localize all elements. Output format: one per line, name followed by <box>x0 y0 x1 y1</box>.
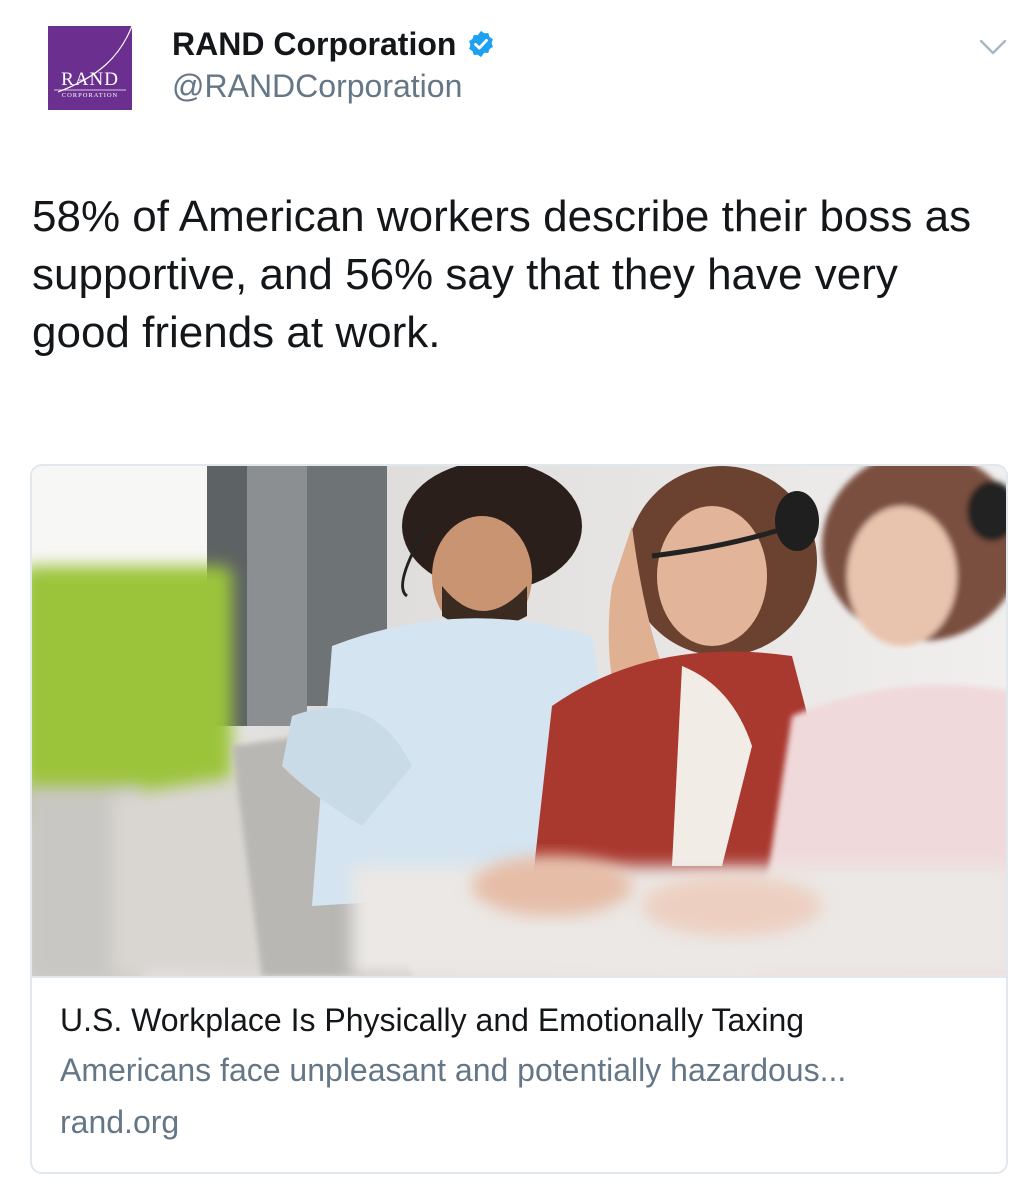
link-card[interactable]: U.S. Workplace Is Physically and Emotion… <box>30 464 1008 1174</box>
office-workers-photo-icon <box>32 466 1006 976</box>
verified-badge-icon <box>466 29 496 59</box>
user-handle[interactable]: @RANDCorporation <box>172 66 462 106</box>
avatar-logo-text: RAND <box>61 69 119 90</box>
card-image[interactable] <box>32 466 1006 976</box>
display-name[interactable]: RAND Corporation <box>172 24 456 64</box>
avatar-logo-subtext: CORPORATION <box>61 92 119 99</box>
name-row: RAND Corporation <box>172 24 496 64</box>
card-domain[interactable]: rand.org <box>60 1102 179 1142</box>
avatar[interactable]: RAND CORPORATION <box>48 26 132 110</box>
card-divider <box>32 976 1006 978</box>
card-description: Americans face unpleasant and potentiall… <box>60 1052 847 1088</box>
chevron-down-icon[interactable] <box>976 36 1010 58</box>
tweet-text: 58% of American workers describe their b… <box>32 192 972 357</box>
card-title[interactable]: U.S. Workplace Is Physically and Emotion… <box>60 1000 980 1040</box>
